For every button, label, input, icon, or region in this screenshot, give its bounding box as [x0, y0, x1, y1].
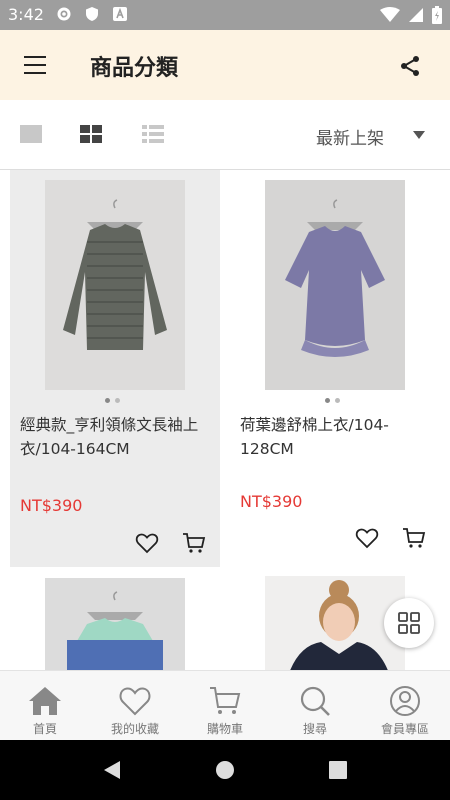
recents-icon[interactable] — [328, 760, 348, 780]
hamburger-menu-icon[interactable] — [24, 56, 46, 74]
product-card[interactable] — [10, 568, 220, 670]
system-navigation-bar — [0, 740, 450, 800]
shirt-image — [265, 180, 405, 390]
heart-icon[interactable] — [355, 526, 379, 550]
view-toolbar: 最新上架 — [0, 100, 450, 170]
chevron-down-icon[interactable] — [413, 131, 425, 139]
product-image[interactable] — [45, 180, 185, 390]
nav-tab-cart[interactable]: 購物車 — [180, 671, 270, 740]
home-icon — [29, 687, 61, 715]
heart-icon — [119, 687, 151, 716]
share-icon[interactable] — [398, 54, 422, 78]
nav-label: 首頁 — [32, 722, 57, 736]
image-pager-dots — [325, 398, 340, 403]
single-view-icon[interactable] — [20, 124, 44, 146]
cart-icon[interactable] — [182, 531, 206, 555]
home-circle-icon[interactable] — [215, 760, 235, 780]
image-pager-dots — [105, 398, 120, 403]
signal-icon — [409, 8, 423, 22]
page-title: 商品分類 — [90, 56, 179, 81]
product-card[interactable]: 經典款_亨利領條文長袖上衣/104-164CM NT$390 — [10, 170, 220, 567]
category-fab-button[interactable] — [384, 598, 434, 648]
settings-icon — [57, 7, 71, 21]
nav-tab-home[interactable]: 首頁 — [0, 671, 90, 740]
nav-tab-favorites[interactable]: 我的收藏 — [90, 671, 180, 740]
product-price: NT$390 — [240, 492, 303, 511]
battery-icon — [432, 6, 442, 24]
product-image[interactable] — [265, 180, 405, 390]
back-icon[interactable] — [102, 760, 122, 780]
user-icon — [390, 686, 420, 716]
bottom-navigation: 首頁 我的收藏 購物車 搜尋 會員專區 — [0, 670, 450, 740]
app-header: 商品分類 — [0, 30, 450, 100]
heart-icon[interactable] — [135, 531, 159, 555]
nav-label: 搜尋 — [302, 722, 327, 736]
sort-select[interactable]: 最新上架 — [316, 124, 384, 149]
grid-view-icon[interactable] — [80, 124, 104, 146]
list-view-icon[interactable] — [142, 124, 166, 146]
nav-label: 購物車 — [206, 722, 243, 736]
status-bar: 3:42 — [0, 0, 450, 30]
nav-label: 會員專區 — [380, 722, 429, 736]
product-price: NT$390 — [20, 496, 83, 515]
nav-tab-search[interactable]: 搜尋 — [270, 671, 360, 740]
search-icon — [300, 686, 330, 716]
product-image[interactable] — [45, 578, 185, 670]
cart-icon[interactable] — [402, 526, 426, 550]
shirt-image — [45, 578, 185, 670]
cart-icon — [210, 687, 241, 714]
status-time: 3:42 — [8, 5, 44, 24]
grid-icon — [398, 612, 420, 634]
nav-label: 我的收藏 — [110, 722, 159, 736]
wifi-icon — [380, 7, 400, 22]
shield-icon — [86, 7, 98, 21]
product-name[interactable]: 荷葉邊舒棉上衣/104-128CM — [240, 413, 435, 461]
font-icon — [113, 7, 127, 21]
shirt-image — [45, 180, 185, 390]
product-card[interactable]: 荷葉邊舒棉上衣/104-128CM NT$390 — [230, 170, 440, 567]
nav-tab-member[interactable]: 會員專區 — [360, 671, 450, 740]
product-name[interactable]: 經典款_亨利領條文長袖上衣/104-164CM — [20, 413, 215, 461]
